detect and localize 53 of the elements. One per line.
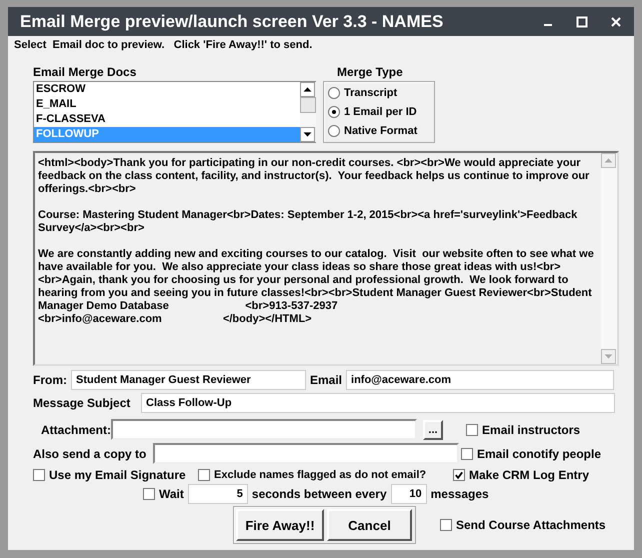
action-button[interactable]: Cancel	[327, 509, 412, 541]
email-label: Email	[310, 373, 342, 387]
checkbox-label: Email instructors	[482, 422, 580, 436]
checkbox-label: Email conotify people	[477, 446, 602, 460]
seconds-field[interactable]: 5	[188, 484, 248, 504]
attachment-label: Attachment:	[41, 422, 112, 436]
docs-label: Email Merge Docs	[33, 65, 138, 79]
checkbox[interactable]	[33, 469, 45, 481]
email-field[interactable]: info@aceware.com	[346, 370, 614, 390]
checkbox[interactable]	[143, 488, 155, 500]
checkbox[interactable]	[440, 519, 452, 531]
checkbox[interactable]	[461, 448, 473, 460]
subject-label: Message Subject	[33, 396, 132, 410]
subject-field[interactable]: Class Follow-Up	[141, 393, 615, 413]
wait-label: Wait	[159, 487, 184, 501]
list-item[interactable]: F-CLASSEVA	[34, 112, 300, 127]
docs-listbox[interactable]: ESCROW E_MAIL F-CLASSEVA FOLLOWUP	[33, 81, 316, 143]
browse-button[interactable]: ...	[423, 420, 444, 440]
merge-type-label: Merge Type	[337, 65, 404, 79]
radio-label: Transcript	[344, 87, 398, 100]
preview-paragraph: We are constantly adding new and exciting courses to our catalog. Visit our website often to see what we have available for you. We also appreciate your class ideas so share those great ideas with us!<br><br>Again, thank you for choosing us for your personal and professional growth. We look forward to hearing from you and seeing you in future classes!<br><br>Student Manager Guest Reviewer<br>Student Manager Demo Database <br>913-537-2937 <br>info@aceware.com </body></HTML>	[38, 248, 595, 326]
list-item[interactable]: E_MAIL	[34, 97, 300, 112]
between-label: seconds between every	[252, 487, 387, 501]
window-title: Email Merge preview/launch screen Ver 3.3 - NAMES	[20, 12, 444, 32]
checkbox-label: Send Course Attachments	[456, 518, 606, 532]
messages-label: messages	[430, 487, 489, 501]
scroll-bar[interactable]	[601, 153, 617, 364]
from-label: From:	[33, 373, 67, 387]
preview-text-area[interactable]	[33, 151, 619, 366]
action-button[interactable]: Fire Away!!	[236, 509, 324, 541]
checkbox[interactable]	[466, 424, 478, 436]
checkbox[interactable]	[453, 469, 465, 481]
scroll-bar[interactable]	[300, 82, 316, 142]
copy-to-field[interactable]	[153, 443, 459, 464]
close-icon[interactable]	[610, 16, 622, 28]
radio-label: Native Format	[344, 124, 418, 137]
preview-paragraph: <html><body>Thank you for participating in our non-credit courses. <br><br>We would appreciate your feedback on the class content, facility, and instructor(s). Your feedback helps us continue to improve our offerings.<br><br>	[38, 157, 590, 196]
checkbox[interactable]	[198, 469, 210, 481]
maximize-icon[interactable]	[576, 16, 588, 28]
instruction-text: Select Email doc to preview. Click 'Fire Away!!' to send.	[14, 39, 314, 51]
checkbox-label: Make CRM Log Entry	[469, 468, 590, 482]
copy-to-label: Also send a copy to	[33, 446, 148, 460]
radio-button[interactable]	[328, 124, 340, 137]
attachment-field[interactable]	[111, 419, 418, 440]
radio-button[interactable]	[328, 87, 340, 100]
checkbox-label: Exclude names flagged as do not email?	[214, 469, 426, 481]
from-field[interactable]: Student Manager Guest Reviewer	[71, 370, 306, 390]
list-item[interactable]: ESCROW	[34, 82, 300, 97]
radio-button[interactable]	[328, 106, 340, 118]
preview-paragraph: Course: Mastering Student Manager<br>Dates: September 1-2, 2015<br><a href='surveylink'>Feedback Survey</a><br><br>	[38, 209, 578, 235]
radio-label: 1 Email per ID	[344, 106, 417, 118]
count-field[interactable]: 10	[390, 484, 427, 504]
checkbox-label: Use my Email Signature	[49, 468, 186, 482]
